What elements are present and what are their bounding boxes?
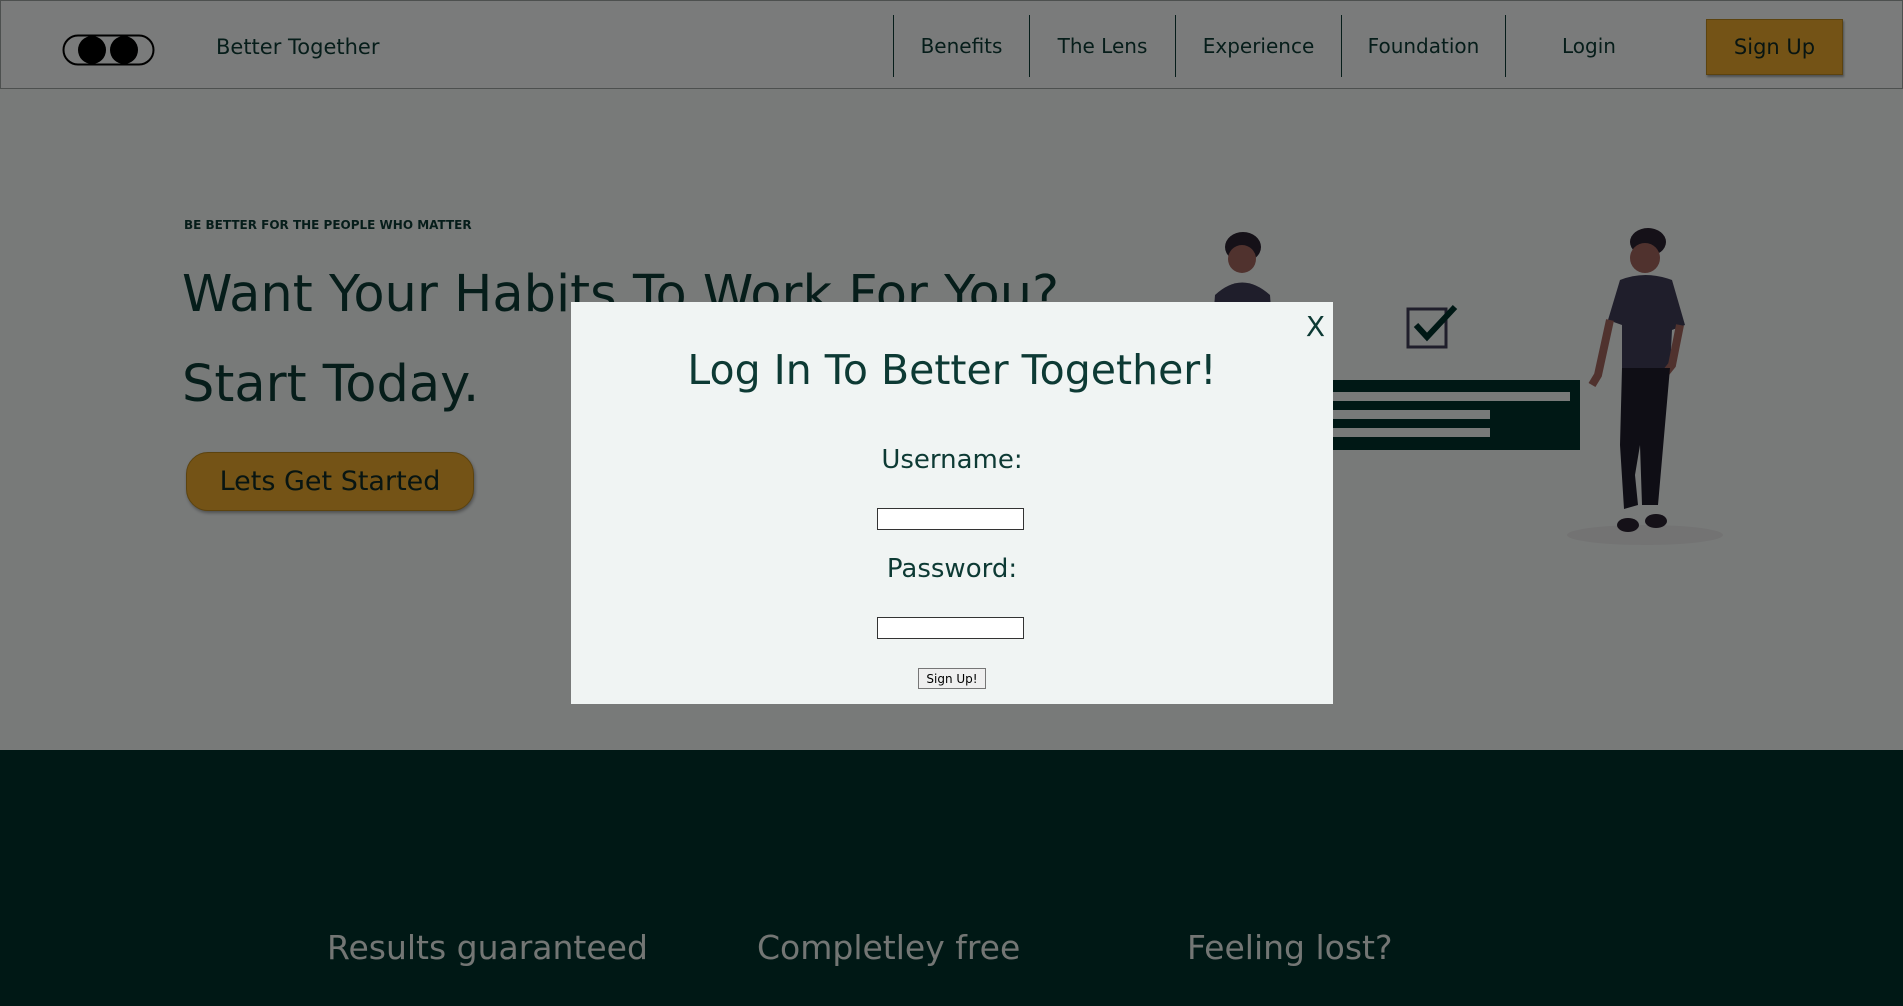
login-modal: X Log In To Better Together! Username: P… <box>571 302 1333 704</box>
password-input[interactable] <box>877 617 1024 639</box>
password-label: Password: <box>886 554 1018 584</box>
close-button[interactable]: X <box>1306 310 1325 343</box>
modal-title: Log In To Better Together! <box>687 346 1217 394</box>
username-label: Username: <box>881 445 1023 475</box>
submit-button[interactable]: Sign Up! <box>918 668 986 689</box>
username-input[interactable] <box>877 508 1024 530</box>
